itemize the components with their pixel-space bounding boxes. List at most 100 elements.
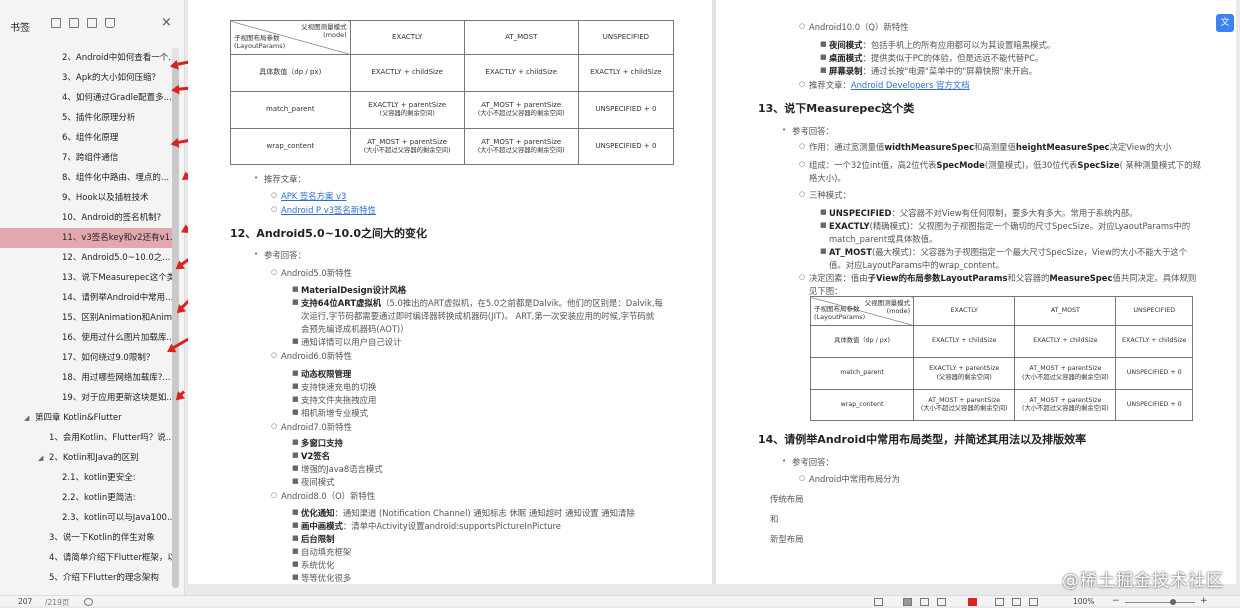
zoom-slider[interactable] [1125, 602, 1195, 603]
bookmark-item[interactable]: 2.2、kotlin更简洁: [0, 488, 175, 508]
bookmark-item[interactable]: 13、说下Measurepec这个类 [0, 268, 175, 288]
bookmark-item[interactable]: 2.1、kotlin更安全: [0, 468, 175, 488]
add-bookmark-icon[interactable] [87, 18, 97, 28]
recommend-label: 推荐文章： [264, 174, 306, 184]
bookmark-label: 5、插件化原理分析 [62, 113, 136, 123]
bookmark-item[interactable]: 8、组件化中路由、埋点的... [0, 168, 175, 188]
header-child-params: 子视图布局参数 (LayoutParams) [814, 305, 866, 322]
translate-button[interactable]: 文 [1216, 14, 1234, 32]
zoom-out-icon[interactable]: − [1112, 596, 1120, 606]
bookmark-item[interactable]: 16、使用过什么图片加载库... [0, 328, 175, 348]
bookmark-item[interactable]: 4、请简单介绍下Flutter框架，以... [0, 548, 175, 568]
page-number-input[interactable]: 207 [18, 597, 32, 606]
bookmark-item[interactable]: ◢ 2、Kotlin和Java的区别 [0, 448, 175, 468]
bookmark-item[interactable]: 3、Apk的大小如何压缩？ [0, 68, 175, 88]
v5-title: Android5.0新特性 [281, 268, 352, 278]
bookmark-item[interactable]: 11、v3签名key和v2还有v1... [0, 228, 175, 248]
bookmark-label: 3、Apk的大小如何压缩？ [62, 73, 161, 83]
expand-triangle-icon[interactable]: ◢ [38, 448, 43, 468]
book-view-icon[interactable] [937, 598, 946, 606]
recommend-label: 推荐文章： [809, 80, 851, 90]
bookmark-item[interactable]: 1、会用Kotlin、Flutter吗？说... [0, 428, 175, 448]
bookmark-label: 9、Hook以及插桩技术 [62, 193, 149, 203]
bookmark-item[interactable]: 2.3、kotlin可以与Java100... [0, 508, 175, 528]
bookmark-item[interactable]: 17、如何绕过9.0限制？ [0, 348, 175, 368]
bookmark-label: 2.3、kotlin可以与Java100... [62, 513, 175, 523]
fit-width-icon[interactable] [995, 598, 1004, 606]
expand-icon[interactable] [51, 18, 61, 28]
mode-name: EXACTLY [829, 221, 870, 231]
bookmark-item[interactable]: 12、Android5.0~10.0之... [0, 248, 175, 268]
bookmark-label: 4、请简单介绍下Flutter框架，以... [49, 553, 175, 563]
bookmark-icon[interactable] [105, 18, 115, 28]
bookmark-item[interactable]: 5、插件化原理分析 [0, 108, 175, 128]
v8-item: 等等优化很多 [301, 573, 352, 583]
bookmark-item[interactable]: 9、Hook以及插桩技术 [0, 188, 175, 208]
double-page-icon[interactable] [920, 598, 929, 606]
play-icon[interactable] [968, 598, 977, 606]
text: MeasureSpec [1049, 273, 1113, 283]
table-row-label: 具体数值（dp / px) [230, 54, 351, 92]
single-page-icon[interactable] [903, 598, 912, 606]
bookmark-label: 8、组件化中路由、埋点的... [62, 173, 170, 183]
link-android-p-v3[interactable]: Android P v3签名新特性 [281, 204, 376, 216]
table-row: match_parent EXACTLY + parentSize (父容器的剩余空… [230, 91, 675, 129]
v10-item-text: ：提供类似于PC的体验，但是远远不能代替PC。 [862, 53, 1044, 63]
v5-item: MaterialDesign设计风格 [301, 285, 407, 295]
bookmark-label: 16、使用过什么图片加载库... [62, 333, 175, 343]
cell-sub: (大小不超过父容器的剩余空间) [477, 110, 565, 118]
bookmark-item[interactable]: 10、Android的签名机制? [0, 208, 175, 228]
v10-item: 屏幕录制 [829, 66, 863, 76]
bookmark-label: 19、对于应用更新这块是如... [62, 393, 175, 403]
bookmark-item[interactable]: 18、用过哪些网络加载库?... [0, 368, 175, 388]
zoom-level[interactable]: 100% [1073, 597, 1094, 606]
document-page-right: ○ Android10.0（Q）新特性 ■ 夜间模式：包括手机上的所有应用都可以… [716, 0, 1236, 584]
v7-item: 多窗口支持 [301, 438, 343, 448]
table-row-label: 具体数值（dp / px) [809, 325, 915, 358]
text: heightMeasureSpec [1015, 142, 1110, 152]
bookmark-item[interactable]: 14、请例举Android中常用... [0, 288, 175, 308]
hand-icon[interactable] [874, 598, 883, 606]
table-cell: EXACTLY + childSize [1014, 325, 1117, 358]
text: Android中常用布局分为 [809, 474, 901, 484]
rotate-icon[interactable] [84, 598, 93, 606]
v5-item-text: 会预先编译成机器码(AOT)） [301, 324, 409, 334]
bookmark-item[interactable]: 15、区别Animation和Anim... [0, 308, 175, 328]
expand-triangle-icon[interactable]: ◢ [24, 408, 29, 428]
bookmark-item[interactable]: 7、跨组件通信 [0, 148, 175, 168]
zoom-slider-handle[interactable] [1170, 599, 1176, 605]
page-total: /219页 [45, 598, 70, 607]
fit-page-icon[interactable] [1012, 598, 1021, 606]
cell-sub: (大小不超过父容器的剩余空间) [920, 405, 1008, 412]
cell-main: AT_MOST + parentSize [1029, 365, 1102, 372]
fullscreen-icon[interactable] [1029, 598, 1038, 606]
v5-item: 支持64位ART虚拟机 [301, 298, 382, 308]
link-android-developers[interactable]: Android Developers 官方文档 [851, 80, 970, 90]
table-cell: UNSPECIFIED + 0 [1115, 389, 1193, 421]
bookmark-item[interactable]: 19、对于应用更新这块是如... [0, 388, 175, 408]
table-cell: EXACTLY + childSize [463, 54, 579, 92]
zoom-in-icon[interactable]: + [1200, 596, 1208, 606]
bookmark-label: 4、如何通过Gradle配置多... [62, 93, 172, 103]
bookmark-item[interactable]: 3、说一下Kotlin的伴生对象 [0, 528, 175, 548]
close-icon[interactable]: × [161, 15, 172, 30]
v8-item-text: ：清单中Activity设置android:supportsPictureInP… [342, 521, 561, 531]
v8-item: 画中画模式 [301, 521, 343, 531]
bookmark-item[interactable]: 6、组件化原理 [0, 128, 175, 148]
v8-item: 自动填充框架 [301, 547, 352, 557]
collapse-icon[interactable] [69, 18, 79, 28]
v6-item: 相机新增专业模式 [301, 408, 368, 418]
link-apk-v3[interactable]: APK 签名方案 v3 [281, 190, 346, 202]
bookmark-label: 14、请例举Android中常用... [62, 293, 174, 303]
bookmark-item[interactable]: 5、介绍下Flutter的理念架构 [0, 568, 175, 588]
v10-item: 夜间模式 [829, 40, 863, 50]
bookmark-label: 2.2、kotlin更简洁: [62, 493, 136, 503]
bookmark-label: 1、会用Kotlin、Flutter吗？说... [49, 433, 174, 443]
text: 和 [770, 514, 779, 524]
bookmark-item[interactable]: 2、Android中如何查看一个... [0, 48, 175, 68]
bookmark-label: 5、介绍下Flutter的理念架构 [49, 573, 159, 583]
bookmark-item[interactable]: ◢ 第四章 Kotlin&Flutter [0, 408, 175, 428]
v5-item-text: 次运行,字节码都需要通过即时编译器转换成机器码(JIT)。 ART,第一次安装应… [301, 311, 655, 321]
table-row-label: wrap_content [230, 128, 351, 165]
bookmark-item[interactable]: 4、如何通过Gradle配置多... [0, 88, 175, 108]
